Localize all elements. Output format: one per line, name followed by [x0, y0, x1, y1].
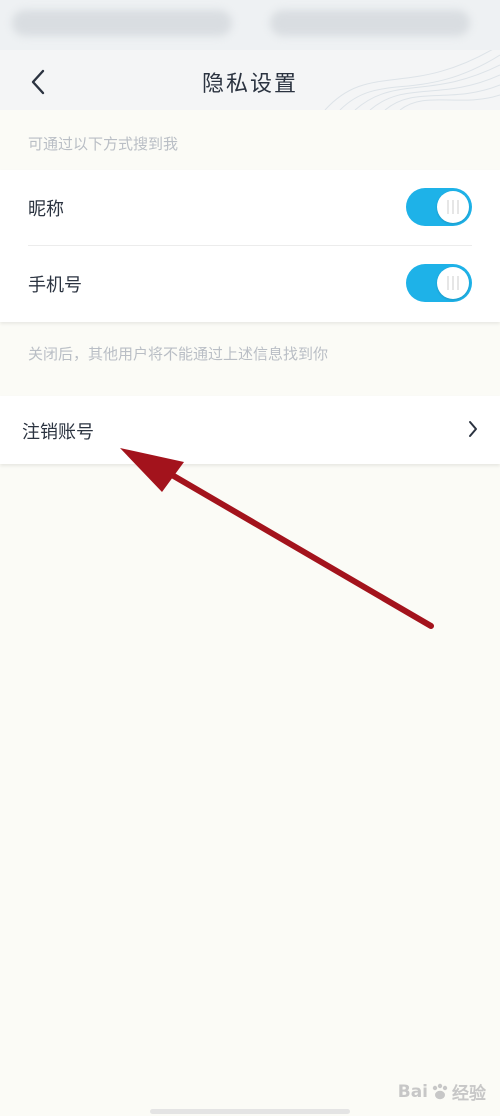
annotation-arrow-icon [120, 448, 434, 629]
chevron-right-icon [469, 421, 477, 437]
setting-label-nickname: 昵称 [28, 199, 64, 220]
nickname-toggle[interactable] [406, 188, 472, 226]
toggle-knob [437, 267, 469, 299]
toggle-knob [437, 191, 469, 223]
status-bar-blur-left [12, 10, 232, 36]
status-bar-blur-right [270, 10, 470, 36]
phone-toggle[interactable] [406, 264, 472, 302]
baidu-watermark: Bai 经验 [397, 1079, 486, 1105]
setting-row-nickname: 昵称 [0, 170, 500, 246]
paw-icon [432, 1083, 448, 1099]
nav-bar: 隐私设置 [0, 50, 500, 110]
page-title: 隐私设置 [201, 72, 298, 97]
setting-label-phone: 手机号 [28, 275, 82, 296]
logout-account-label: 注销账号 [22, 422, 94, 443]
watermark-text-right: 经验 [452, 1084, 486, 1104]
watermark-text-left: Bai [397, 1081, 428, 1102]
searchable-by-card: 昵称 手机号 [0, 170, 500, 322]
setting-row-phone: 手机号 [0, 246, 500, 322]
home-indicator [150, 1109, 350, 1114]
section-hint: 可通过以下方式搜到我 [28, 135, 179, 153]
status-bar [0, 0, 500, 50]
section-footer-hint: 关闭后，其他用户将不能通过上述信息找到你 [28, 345, 329, 363]
logout-account-row[interactable]: 注销账号 [0, 396, 500, 464]
